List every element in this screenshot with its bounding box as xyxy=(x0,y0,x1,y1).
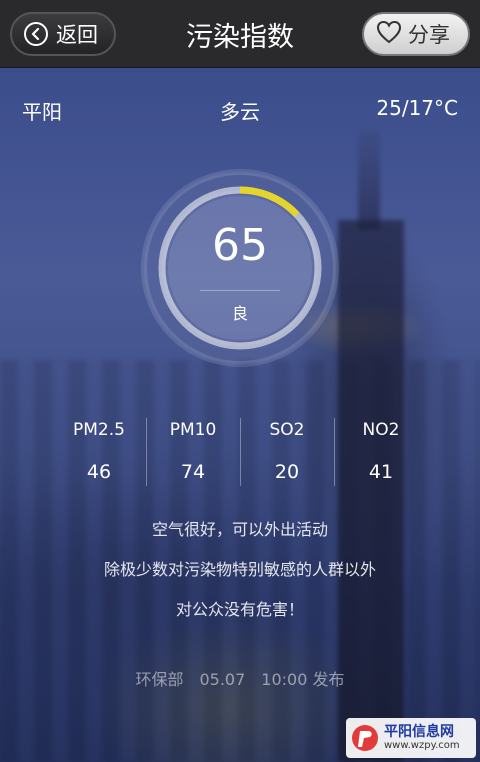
pollutant-name: PM10 xyxy=(169,420,217,440)
aqi-gauge: 65 良 xyxy=(140,168,340,368)
aqi-divider xyxy=(200,290,280,291)
pollutant-pm25: PM2.5 46 xyxy=(52,416,146,486)
pollutant-no2: NO2 41 xyxy=(334,416,428,486)
header-bar: 返回 污染指数 分享 xyxy=(0,0,480,68)
watermark-url: www.wzpy.com xyxy=(384,740,460,751)
heart-icon xyxy=(376,20,402,48)
watermark-logo: 平阳信息网 www.wzpy.com xyxy=(346,718,476,758)
share-button[interactable]: 分享 xyxy=(362,12,470,56)
pollutant-value: 20 xyxy=(274,461,300,483)
pollutant-value: 46 xyxy=(86,461,112,483)
site-logo-icon xyxy=(352,725,378,751)
pollutant-value: 41 xyxy=(368,461,394,483)
description-line-1: 空气很好，可以外出活动 xyxy=(151,520,328,539)
back-label: 返回 xyxy=(56,23,98,47)
share-label: 分享 xyxy=(408,23,450,47)
watermark-name: 平阳信息网 xyxy=(384,724,454,740)
pollutant-name: NO2 xyxy=(362,420,400,440)
pollutant-list: PM2.5 46 PM10 74 SO2 20 NO2 41 xyxy=(52,416,428,486)
pollutant-so2: SO2 20 xyxy=(240,416,334,486)
chevron-left-icon xyxy=(24,22,48,46)
aqi-value: 65 xyxy=(212,220,268,271)
pollutant-name: SO2 xyxy=(269,420,305,440)
pollutant-pm10: PM10 74 xyxy=(146,416,240,486)
temperature: 25/17°C xyxy=(376,96,458,120)
building-spire xyxy=(358,130,380,230)
weather-info-row: 平阳 多云 25/17°C xyxy=(0,96,480,124)
back-button[interactable]: 返回 xyxy=(10,12,116,56)
description-line-3: 对公众没有危害！ xyxy=(175,600,304,619)
pollutant-value: 74 xyxy=(180,461,206,483)
description-line-2: 除极少数对污染物特别敏感的人群以外 xyxy=(103,560,376,579)
publish-info: 环保部 05.07 10:00 发布 xyxy=(135,670,345,689)
aqi-level: 良 xyxy=(231,304,248,323)
pollutant-name: PM2.5 xyxy=(73,420,125,440)
